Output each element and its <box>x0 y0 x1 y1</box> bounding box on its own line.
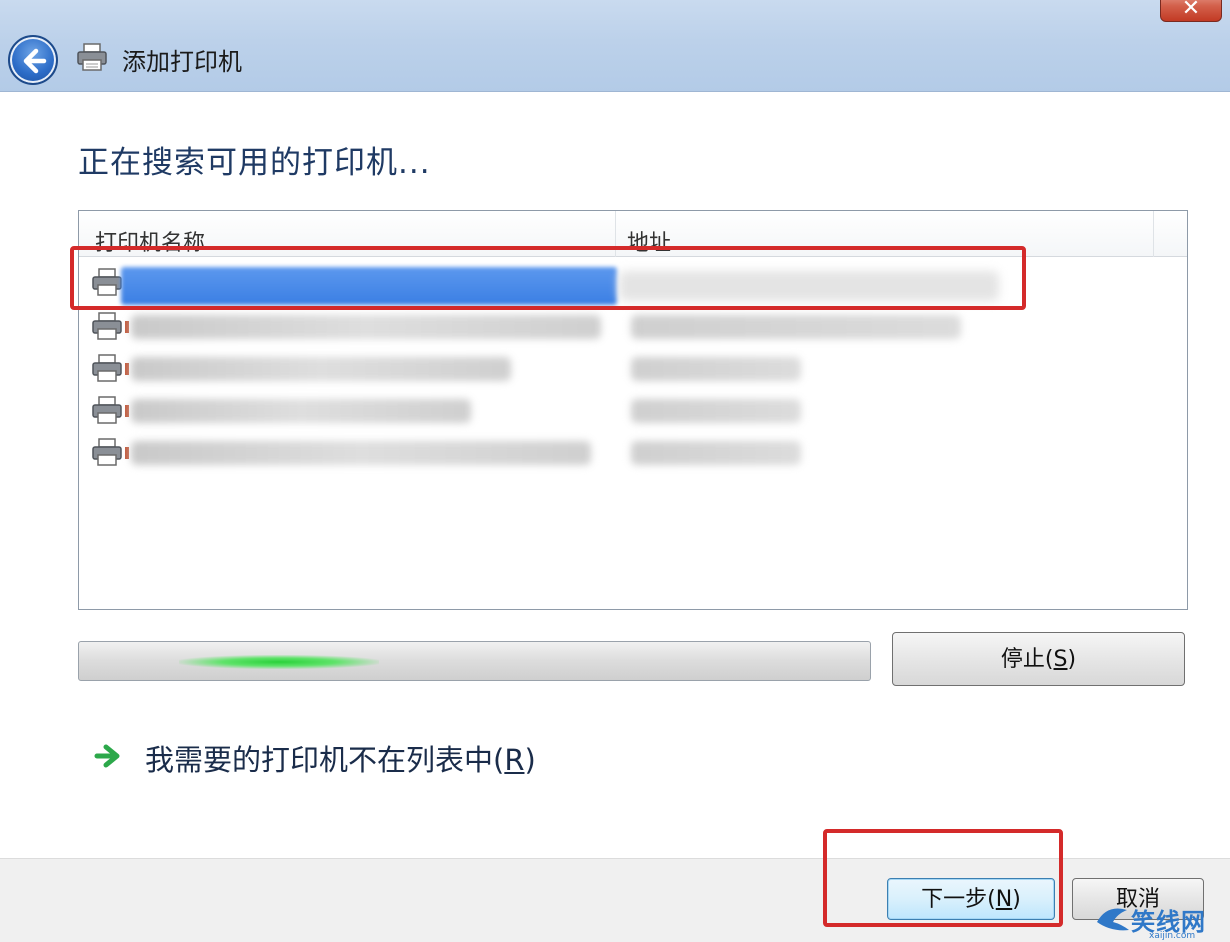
watermark: 笑线网 xaijin.com <box>1093 898 1230 942</box>
printer-status-mark <box>125 321 129 333</box>
window-title: 添加打印机 <box>122 48 242 76</box>
stop-button-accesskey: S <box>1053 647 1068 672</box>
annotation-highlight-box <box>70 246 1026 310</box>
printer-not-listed-link[interactable]: 我需要的打印机不在列表中(R) <box>145 737 536 779</box>
redacted-printer-name <box>131 441 591 465</box>
redacted-printer-name <box>131 357 511 381</box>
back-arrow-icon <box>23 48 47 74</box>
printer-icon <box>92 354 122 382</box>
redacted-printer-name <box>131 315 601 339</box>
redacted-address <box>631 315 961 339</box>
redacted-address <box>631 357 801 381</box>
printer-status-mark <box>125 363 129 375</box>
printer-icon <box>77 43 107 71</box>
stop-button-label-end: ) <box>1067 647 1077 672</box>
link-label: 我需要的打印机不在列表中( <box>145 743 505 777</box>
printer-status-mark <box>125 447 129 459</box>
search-progress-bar <box>78 641 871 681</box>
printer-row[interactable] <box>79 347 1187 389</box>
stop-button[interactable]: 停止(S) <box>892 632 1185 686</box>
back-button[interactable] <box>8 35 58 85</box>
printer-icon <box>92 312 122 340</box>
link-label-end: ) <box>524 743 536 777</box>
green-arrow-icon <box>94 744 120 768</box>
redacted-address <box>631 441 801 465</box>
printer-row[interactable] <box>79 389 1187 431</box>
column-separator[interactable] <box>1153 211 1154 257</box>
progress-indicator <box>179 655 379 669</box>
watermark-subtext: xaijin.com <box>1149 931 1196 941</box>
printer-row[interactable] <box>79 431 1187 473</box>
redacted-address <box>631 399 801 423</box>
watermark-logo-icon <box>1097 908 1129 931</box>
close-button[interactable]: ✕ <box>1160 0 1222 22</box>
printer-icon <box>92 438 122 466</box>
title-bar: ✕ 添加打印机 <box>0 0 1230 92</box>
redacted-printer-name <box>131 399 471 423</box>
page-heading: 正在搜索可用的打印机... <box>78 145 431 181</box>
printer-row[interactable] <box>79 305 1187 347</box>
stop-button-label: 停止( <box>1000 647 1054 672</box>
printer-status-mark <box>125 405 129 417</box>
printer-icon <box>92 396 122 424</box>
link-accesskey: R <box>504 743 525 777</box>
annotation-highlight-box <box>823 829 1063 927</box>
